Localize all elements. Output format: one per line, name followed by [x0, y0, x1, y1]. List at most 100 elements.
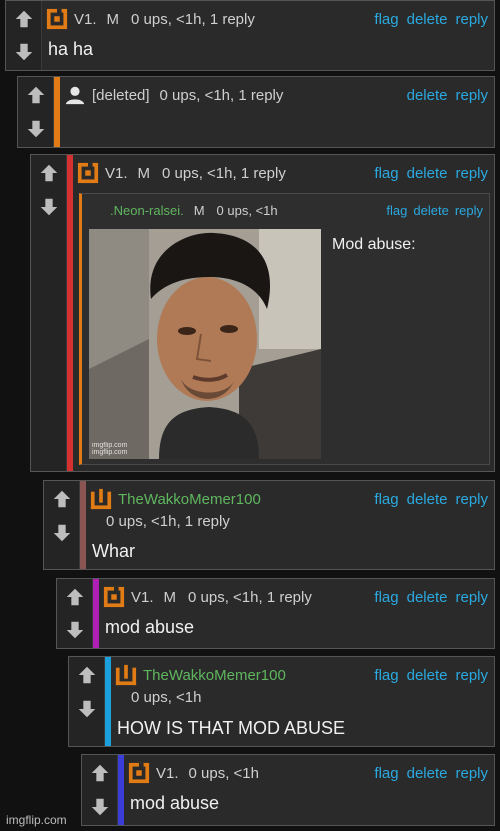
comment-content: V1. 0 ups, <1h flag delete reply mod abu… — [124, 755, 494, 825]
quoted-comment: .Neon-ralsei. M 0 ups, <1h flag delete r… — [79, 193, 490, 465]
comment-header: V1. M 0 ups, <1h, 1 reply flag delete re… — [46, 7, 488, 31]
arrow-up-icon — [13, 8, 35, 30]
orange-square-logo-icon[interactable] — [103, 586, 125, 608]
delete-link[interactable]: delete — [413, 203, 448, 218]
wakko-logo-icon[interactable] — [115, 664, 137, 686]
downvote-button[interactable] — [85, 792, 115, 822]
comment-5: V1. M 0 ups, <1h, 1 reply flag delete re… — [56, 578, 495, 649]
comment-4: TheWakkoMemer100 flag delete reply 0 ups… — [43, 480, 495, 570]
upvote-button[interactable] — [72, 660, 102, 690]
username: [deleted] — [92, 86, 150, 104]
username[interactable]: TheWakkoMemer100 — [143, 667, 286, 684]
reply-link[interactable]: reply — [455, 667, 488, 684]
comment-body: mod abuse — [105, 617, 195, 637]
reply-link[interactable]: reply — [455, 491, 488, 508]
flag-link[interactable]: flag — [374, 11, 398, 28]
downvote-button[interactable] — [21, 114, 51, 144]
delete-link[interactable]: delete — [407, 11, 448, 28]
comment-body: HOW IS THAT MOD ABUSE — [117, 718, 346, 738]
reply-link[interactable]: reply — [455, 165, 488, 182]
comment-content: [deleted] 0 ups, <1h, 1 reply delete rep… — [60, 77, 494, 147]
reply-link[interactable]: reply — [455, 87, 488, 104]
vote-column — [82, 755, 118, 825]
arrow-up-icon — [64, 586, 86, 608]
vote-column — [31, 155, 67, 471]
vote-column — [57, 579, 93, 648]
comment-meta: 0 ups, <1h, 1 reply — [188, 588, 312, 606]
arrow-up-icon — [38, 162, 60, 184]
orange-square-logo-icon[interactable] — [128, 762, 150, 784]
vote-column — [18, 77, 54, 147]
person-icon — [64, 84, 86, 106]
arrow-down-icon — [89, 796, 111, 818]
username[interactable]: TheWakkoMemer100 — [118, 491, 261, 508]
downvote-button[interactable] — [72, 694, 102, 724]
username[interactable]: V1. — [74, 11, 97, 28]
comment-header: V1. M 0 ups, <1h, 1 reply flag delete re… — [103, 585, 488, 609]
arrow-down-icon — [38, 196, 60, 218]
arrow-down-icon — [76, 698, 98, 720]
upvote-button[interactable] — [60, 582, 90, 612]
comment-header: TheWakkoMemer100 flag delete reply — [90, 487, 488, 511]
reply-link[interactable]: reply — [455, 11, 488, 28]
vote-column — [44, 481, 80, 569]
portrait-photo — [89, 229, 321, 459]
delete-link[interactable]: delete — [407, 165, 448, 182]
image-watermark: imgflip.com imgflip.com — [92, 442, 128, 456]
meme-image[interactable]: imgflip.com imgflip.com — [89, 229, 321, 459]
upvote-button[interactable] — [47, 484, 77, 514]
comment-content: TheWakkoMemer100 flag delete reply 0 ups… — [111, 657, 494, 746]
delete-link[interactable]: delete — [407, 491, 448, 508]
arrow-up-icon — [89, 762, 111, 784]
orange-square-logo-icon[interactable] — [77, 162, 99, 184]
downvote-button[interactable] — [47, 518, 77, 548]
reply-link[interactable]: reply — [455, 765, 488, 782]
comment-header: V1. 0 ups, <1h flag delete reply — [128, 761, 488, 785]
downvote-button[interactable] — [9, 37, 39, 67]
flag-link[interactable]: flag — [374, 491, 398, 508]
comment-body: Whar — [92, 541, 136, 561]
arrow-down-icon — [25, 118, 47, 140]
downvote-button[interactable] — [60, 615, 90, 645]
arrow-down-icon — [13, 41, 35, 63]
comment-meta: 0 ups, <1h, 1 reply — [131, 10, 255, 28]
imgflip-watermark: imgflip.com — [6, 813, 67, 827]
quoted-username[interactable]: .Neon-ralsei. — [110, 203, 184, 218]
flag-link[interactable]: flag — [374, 165, 398, 182]
comment-6: TheWakkoMemer100 flag delete reply 0 ups… — [68, 656, 495, 747]
upvote-button[interactable] — [85, 758, 115, 788]
comment-header: V1. M 0 ups, <1h, 1 reply flag delete re… — [77, 161, 488, 185]
delete-link[interactable]: delete — [407, 589, 448, 606]
delete-link[interactable]: delete — [407, 667, 448, 684]
upvote-button[interactable] — [21, 80, 51, 110]
downvote-button[interactable] — [34, 192, 64, 222]
flag-link[interactable]: flag — [374, 589, 398, 606]
username[interactable]: V1. — [131, 589, 154, 606]
arrow-up-icon — [51, 488, 73, 510]
wakko-logo-icon[interactable] — [90, 488, 112, 510]
flag-link[interactable]: flag — [374, 765, 398, 782]
mod-badge: M — [193, 202, 205, 218]
comment-content: V1. M 0 ups, <1h, 1 reply flag delete re… — [99, 579, 494, 648]
comment-body: ha ha — [48, 39, 94, 59]
username[interactable]: V1. — [156, 765, 179, 782]
comment-3: V1. M 0 ups, <1h, 1 reply flag delete re… — [30, 154, 495, 472]
comment-meta: 0 ups, <1h — [131, 689, 202, 706]
delete-link[interactable]: delete — [407, 765, 448, 782]
flag-link[interactable]: flag — [386, 203, 407, 218]
upvote-button[interactable] — [34, 158, 64, 188]
upvote-button[interactable] — [9, 4, 39, 34]
reply-link[interactable]: reply — [455, 203, 483, 218]
arrow-up-icon — [76, 664, 98, 686]
username[interactable]: V1. — [105, 165, 128, 182]
comment-header: TheWakkoMemer100 flag delete reply — [115, 663, 488, 687]
arrow-down-icon — [64, 619, 86, 641]
comment-header: [deleted] 0 ups, <1h, 1 reply delete rep… — [64, 83, 488, 107]
quoted-header: .Neon-ralsei. M 0 ups, <1h flag delete r… — [110, 198, 483, 222]
delete-link[interactable]: delete — [407, 87, 448, 104]
mod-badge: M — [137, 164, 151, 182]
flag-link[interactable]: flag — [374, 667, 398, 684]
reply-link[interactable]: reply — [455, 589, 488, 606]
comment-meta: 0 ups, <1h, 1 reply — [159, 86, 284, 104]
orange-square-logo-icon[interactable] — [46, 8, 68, 30]
